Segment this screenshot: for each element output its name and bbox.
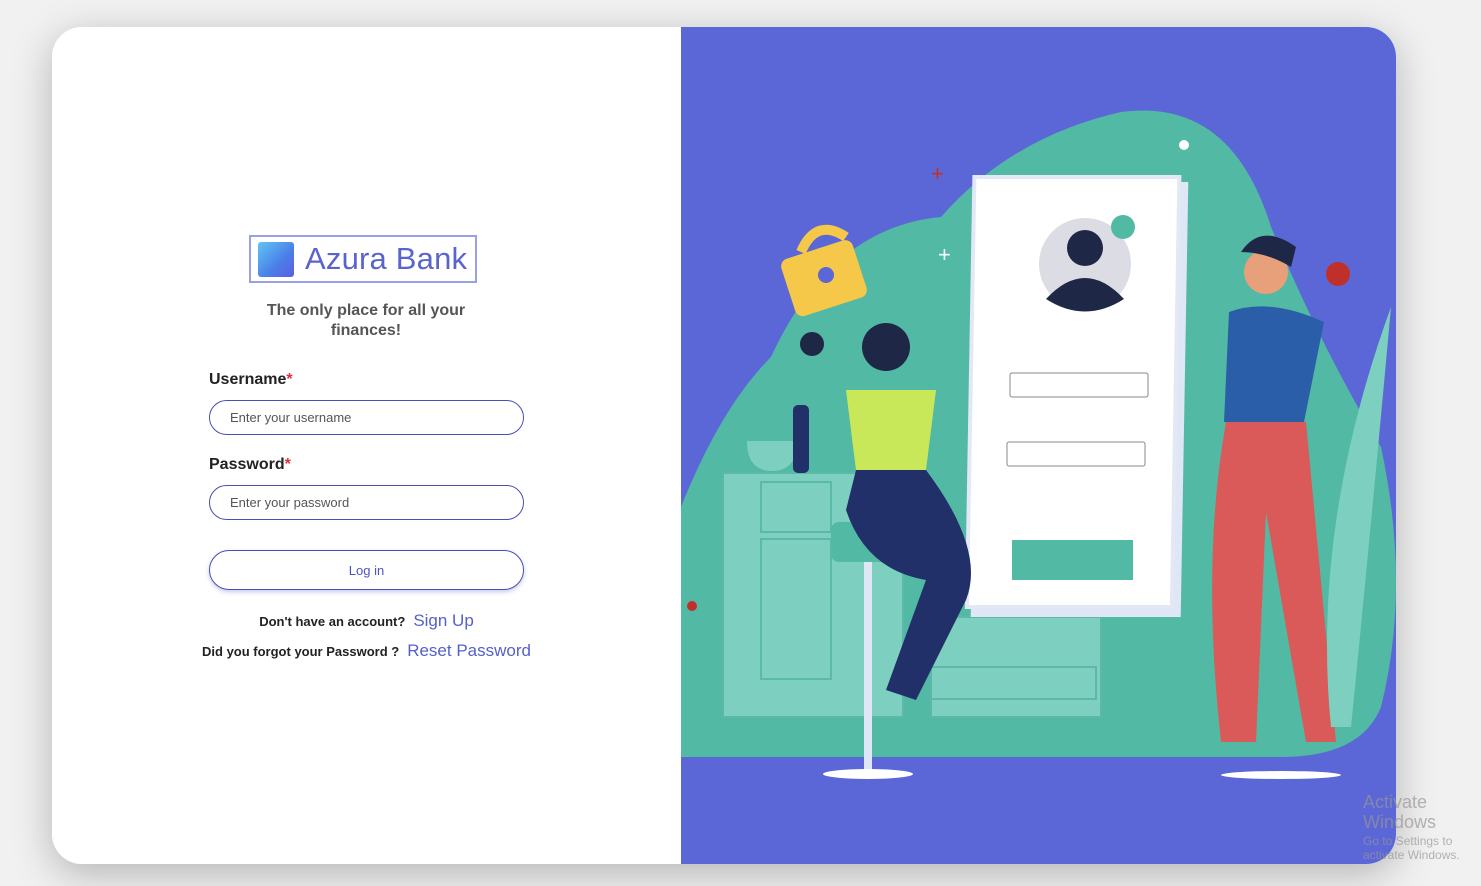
plus-icon: + [931, 161, 944, 186]
login-illustration: + + [681, 110, 1396, 779]
dot [1179, 140, 1189, 150]
required-mark: * [284, 456, 291, 473]
required-mark: * [286, 371, 293, 388]
plus-icon: + [938, 242, 951, 267]
username-label: Username* [209, 371, 293, 389]
tagline: The only place for all your finances! [266, 302, 466, 339]
brand-logo: Azura Bank [249, 235, 477, 283]
dot [687, 601, 697, 611]
login-panel: Azura Bank The only place for all your f… [52, 27, 681, 864]
password-input[interactable] [209, 485, 524, 520]
logo-mark-icon [258, 241, 294, 277]
username-input[interactable] [209, 400, 524, 435]
activate-windows-watermark: Activate Windows [1363, 792, 1437, 832]
signup-link[interactable]: Sign Up [413, 611, 473, 630]
illustration-panel: + + [681, 27, 1396, 864]
reset-row: Did you forgot your Password ? Reset Pass… [52, 641, 681, 661]
activate-windows-watermark-box: Activate Windows Go to Settings to activ… [1363, 792, 1477, 862]
check-badge-icon [1326, 262, 1350, 286]
password-label-text: Password [209, 456, 285, 473]
reset-prompt: Did you forgot your Password ? [202, 644, 400, 659]
signup-row: Don't have an account? Sign Up [52, 611, 681, 631]
signup-prompt: Don't have an account? [259, 614, 406, 629]
password-label: Password* [209, 456, 291, 474]
phone-screen [964, 175, 1189, 617]
vase [793, 405, 809, 473]
brand-name: Azura Bank [305, 241, 468, 276]
login-button[interactable]: Log in [209, 550, 524, 590]
login-card: Azura Bank The only place for all your f… [52, 27, 1396, 864]
reset-password-link[interactable]: Reset Password [407, 641, 531, 660]
activate-windows-subtext: Go to Settings to activate Windows. [1363, 834, 1460, 862]
username-label-text: Username [209, 371, 287, 388]
check-badge-icon [800, 332, 824, 356]
